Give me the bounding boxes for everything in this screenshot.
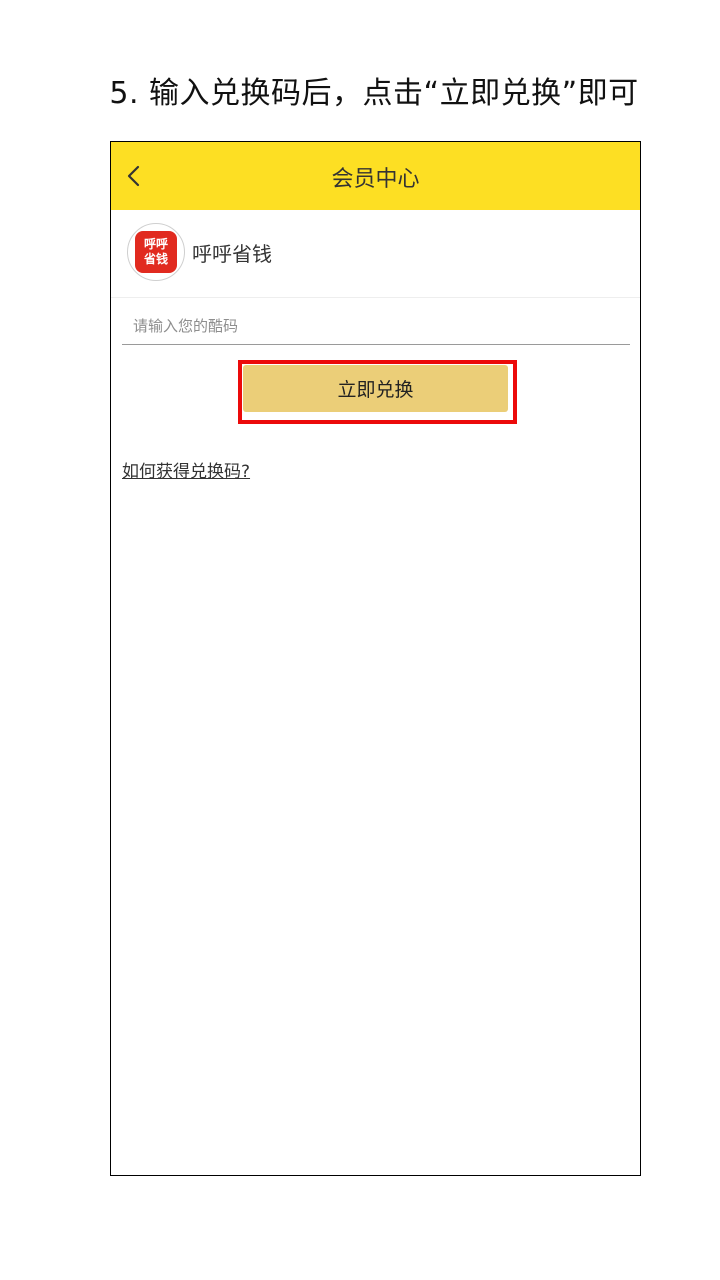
app-logo-badge: 呼呼 省钱 xyxy=(135,231,177,273)
phone-screenshot-frame: 会员中心 呼呼 省钱 呼呼省钱 立即兑换 如何获得兑换码? xyxy=(110,141,641,1176)
redeem-now-button[interactable]: 立即兑换 xyxy=(243,365,508,412)
app-name: 呼呼省钱 xyxy=(192,242,272,266)
app-logo-text-line2: 省钱 xyxy=(143,252,168,266)
app-info-row: 呼呼 省钱 呼呼省钱 xyxy=(111,210,640,298)
how-to-get-code-link[interactable]: 如何获得兑换码? xyxy=(122,457,250,482)
navigation-bar: 会员中心 xyxy=(111,142,640,210)
redeem-code-input[interactable] xyxy=(122,307,630,345)
app-logo: 呼呼 省钱 xyxy=(127,223,185,281)
tutorial-slide: 5. 输入兑换码后，点击“立即兑换”即可 会员中心 呼呼 省钱 呼呼省钱 立即兑… xyxy=(0,0,720,1280)
page-title: 会员中心 xyxy=(331,167,420,192)
app-logo-text-line1: 呼呼 xyxy=(143,237,168,251)
instruction-caption: 5. 输入兑换码后，点击“立即兑换”即可 xyxy=(109,76,639,111)
